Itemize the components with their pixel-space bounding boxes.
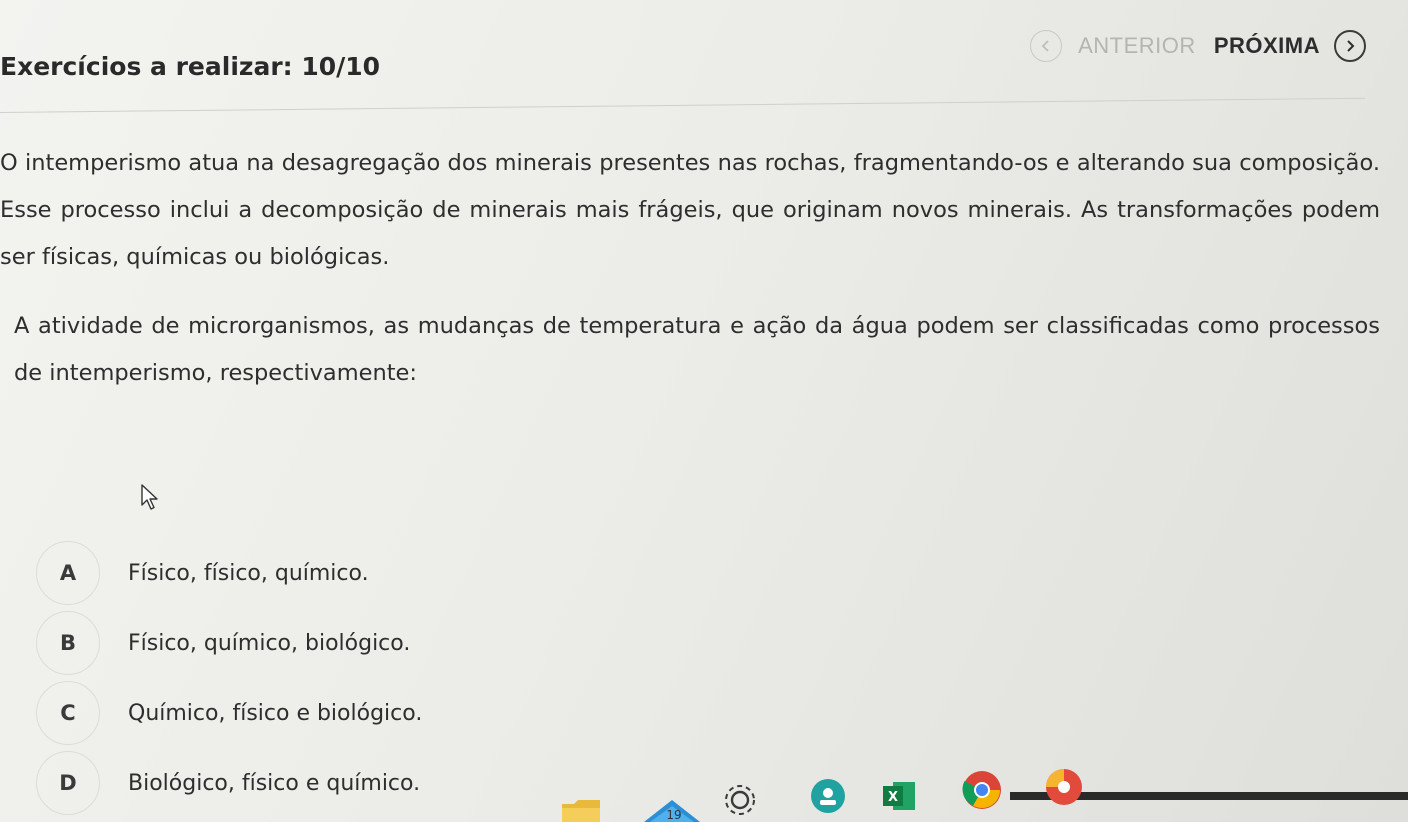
app-icon[interactable]: [1042, 768, 1086, 806]
option-letter[interactable]: C: [36, 681, 100, 745]
page-title: Exercícios a realizar: 10/10: [0, 52, 381, 81]
next-label[interactable]: PRÓXIMA: [1214, 33, 1320, 59]
question-navigation: ANTERIOR PRÓXIMA: [1030, 30, 1366, 62]
option-text[interactable]: Químico, físico e biológico.: [128, 701, 422, 726]
question-statement: O intemperismo atua na desagregação dos …: [0, 140, 1380, 419]
top-bar: Exercícios a realizar: 10/10 ANTERIOR PR…: [0, 0, 1408, 100]
calendar-day[interactable]: 19: [662, 808, 686, 822]
classroom-icon[interactable]: [810, 778, 846, 814]
chrome-icon[interactable]: [962, 770, 1002, 810]
next-button[interactable]: [1334, 30, 1366, 62]
option-a[interactable]: A Físico, físico, químico.: [36, 538, 422, 608]
svg-text:X: X: [888, 790, 898, 805]
chevron-left-icon: [1041, 40, 1049, 52]
answer-options: A Físico, físico, químico. B Físico, quí…: [36, 538, 422, 818]
previous-label[interactable]: ANTERIOR: [1078, 33, 1196, 59]
settings-icon[interactable]: [722, 780, 758, 822]
excel-icon[interactable]: X: [883, 780, 917, 812]
option-letter[interactable]: A: [36, 541, 100, 605]
question-prompt: A atividade de microrganismos, as mudanç…: [14, 313, 1380, 386]
header-divider: [0, 97, 1365, 113]
folder-icon[interactable]: [560, 798, 602, 822]
chevron-right-icon: [1347, 40, 1355, 52]
mouse-cursor-icon: [141, 484, 158, 510]
question-paragraph: O intemperismo atua na desagregação dos …: [0, 150, 1380, 270]
option-letter[interactable]: B: [36, 611, 100, 675]
option-text[interactable]: Físico, físico, químico.: [128, 561, 369, 586]
option-text[interactable]: Físico, químico, biológico.: [128, 631, 410, 656]
previous-button[interactable]: [1030, 30, 1063, 62]
option-c[interactable]: C Químico, físico e biológico.: [36, 678, 422, 748]
option-b[interactable]: B Físico, químico, biológico.: [36, 608, 422, 678]
